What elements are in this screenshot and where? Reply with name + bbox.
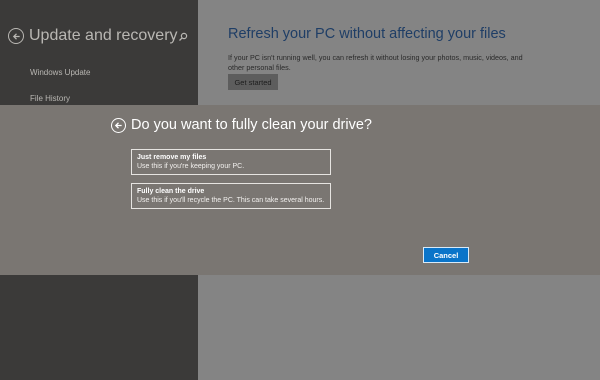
sidebar-item-windows-update[interactable]: Windows Update xyxy=(30,68,90,77)
dialog-title: Do you want to fully clean your drive? xyxy=(131,117,372,133)
sidebar-item-file-history[interactable]: File History xyxy=(30,94,70,103)
option-description: Use this if you'll recycle the PC. This … xyxy=(137,197,325,204)
dialog-header: Do you want to fully clean your drive? xyxy=(111,117,372,133)
get-started-button[interactable]: Get started xyxy=(228,74,278,90)
sidebar-header: Update and recovery xyxy=(8,24,190,48)
back-arrow-icon[interactable] xyxy=(8,28,24,44)
option-fully-clean-drive[interactable]: Fully clean the drive Use this if you'll… xyxy=(131,183,331,209)
sidebar-title: Update and recovery xyxy=(29,27,178,44)
option-title: Fully clean the drive xyxy=(137,188,205,195)
cancel-button[interactable]: Cancel xyxy=(423,247,469,263)
refresh-description: If your PC isn't running well, you can r… xyxy=(228,53,523,72)
option-title: Just remove my files xyxy=(137,154,207,161)
back-arrow-icon[interactable] xyxy=(111,117,126,133)
clean-drive-dialog: Do you want to fully clean your drive? J… xyxy=(0,105,600,275)
search-icon[interactable] xyxy=(178,29,188,47)
option-just-remove-files[interactable]: Just remove my files Use this if you're … xyxy=(131,149,331,175)
page-title: Refresh your PC without affecting your f… xyxy=(228,26,506,42)
option-description: Use this if you're keeping your PC. xyxy=(137,163,245,170)
